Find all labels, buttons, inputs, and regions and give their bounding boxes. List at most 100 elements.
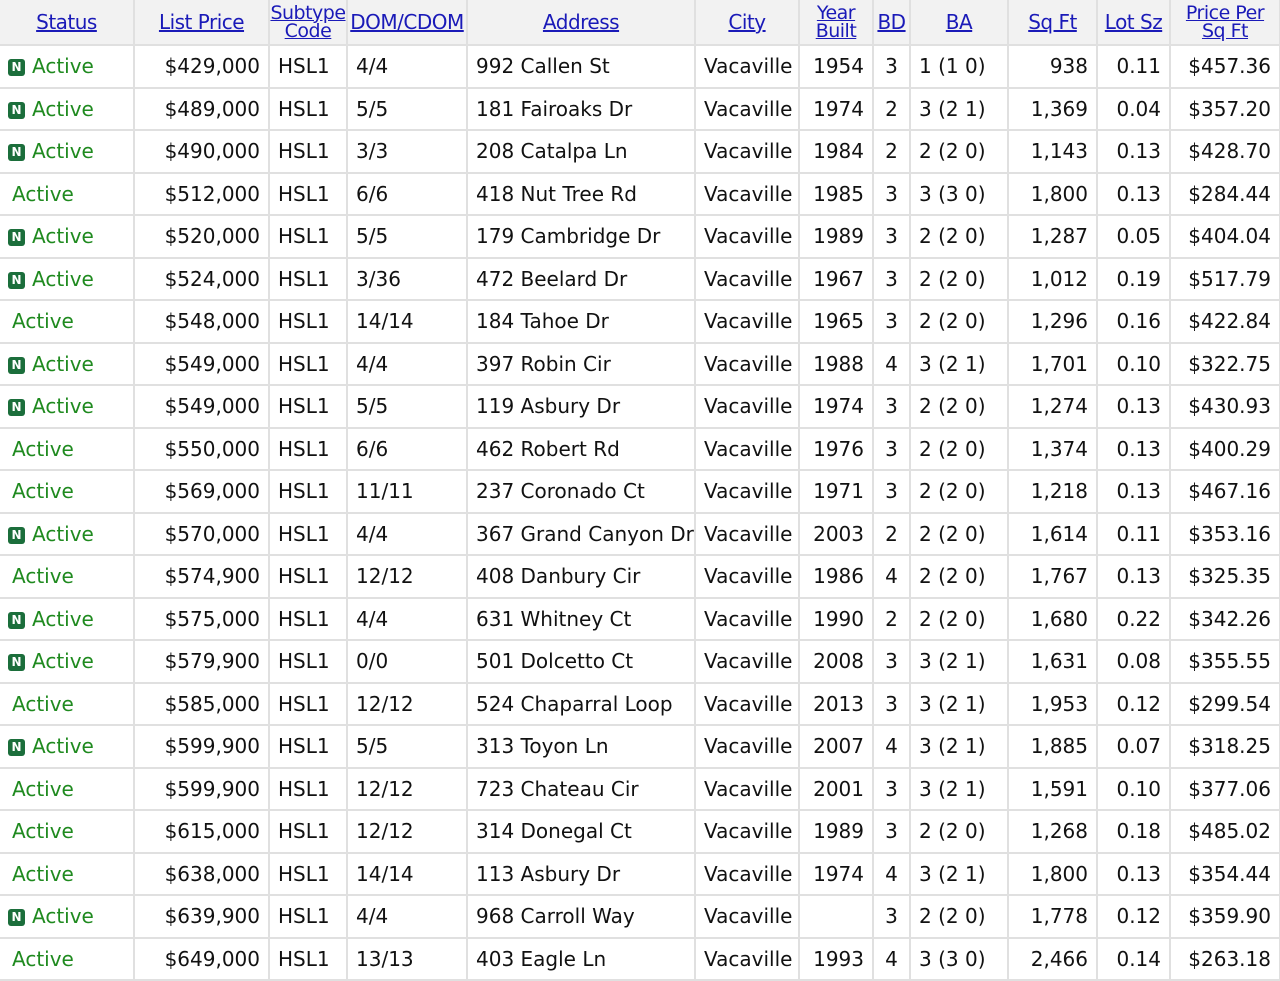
- col-subtype-header[interactable]: Subtype Code: [269, 0, 348, 46]
- list-price-cell: $649,000: [134, 937, 270, 981]
- listing-row[interactable]: N Active $639,900 HSL1 4/4 968 Carroll Way Vac…: [0, 895, 1280, 939]
- sort-city-link[interactable]: City: [728, 10, 766, 34]
- sort-price-per-sqft-link[interactable]: Price Per Sq Ft: [1186, 3, 1265, 40]
- status-label: Active: [32, 649, 94, 674]
- sort-bd-link[interactable]: BD: [877, 10, 906, 34]
- city-cell: Vacaville: [695, 937, 800, 981]
- dom-cell: 4/4: [347, 45, 468, 89]
- sort-address-link[interactable]: Address: [543, 10, 620, 34]
- sort-status-link[interactable]: Status: [36, 10, 97, 34]
- status-label: Active: [32, 606, 94, 631]
- status-cell: N Active: [0, 895, 135, 939]
- listing-row[interactable]: N Active $524,000 HSL1 3/36 472 Beelard Dr Vac…: [0, 257, 1280, 301]
- col-sqft-header[interactable]: Sq Ft: [1008, 0, 1098, 46]
- bd-cell: 3: [873, 172, 911, 216]
- status-label: Active: [12, 946, 74, 971]
- listing-row[interactable]: N Active $575,000 HSL1 4/4 631 Whitney Ct Vaca…: [0, 597, 1280, 641]
- new-listing-icon: N: [8, 229, 25, 247]
- listing-row[interactable]: Active $585,000 HSL1 12/12 524 Chaparral Loo…: [0, 682, 1280, 726]
- subtype-cell: HSL1: [269, 810, 348, 854]
- bd-cell: 3: [873, 640, 911, 684]
- col-status-header[interactable]: Status: [0, 0, 135, 46]
- city-cell: Vacaville: [695, 45, 800, 89]
- listing-row[interactable]: Active $638,000 HSL1 14/14 113 Asbury Dr Vaca…: [0, 852, 1280, 896]
- address-cell: 472 Beelard Dr: [467, 257, 696, 301]
- subtype-cell: HSL1: [269, 87, 348, 131]
- sort-lot-size-link[interactable]: Lot Sz: [1105, 10, 1163, 34]
- sqft-cell: 1,012: [1008, 257, 1098, 301]
- listing-row[interactable]: N Active $599,900 HSL1 5/5 313 Toyon Ln Vacavi…: [0, 725, 1280, 769]
- bd-cell: 4: [873, 937, 911, 981]
- bd-cell: 3: [873, 682, 911, 726]
- status-cell: N Active: [0, 215, 135, 259]
- listing-row[interactable]: N Active $570,000 HSL1 4/4 367 Grand Canyon D…: [0, 512, 1280, 556]
- ba-cell: 2 (2 0): [910, 427, 1009, 471]
- listing-row[interactable]: Active $649,000 HSL1 13/13 403 Eagle Ln Vacav…: [0, 937, 1280, 981]
- subtype-cell: HSL1: [269, 725, 348, 769]
- listing-row[interactable]: Active $599,900 HSL1 12/12 723 Chateau Cir Va…: [0, 767, 1280, 811]
- listing-row[interactable]: N Active $549,000 HSL1 5/5 119 Asbury Dr Vacav…: [0, 385, 1280, 429]
- sqft-cell: 1,268: [1008, 810, 1098, 854]
- listing-row[interactable]: Active $548,000 HSL1 14/14 184 Tahoe Dr Vacav…: [0, 300, 1280, 344]
- address-cell: 462 Robert Rd: [467, 427, 696, 471]
- ba-cell: 2 (2 0): [910, 215, 1009, 259]
- listing-row[interactable]: Active $615,000 HSL1 12/12 314 Donegal Ct Vac…: [0, 810, 1280, 854]
- sort-year-built-link[interactable]: Year Built: [816, 3, 857, 40]
- sqft-cell: 1,767: [1008, 555, 1098, 599]
- subtype-cell: HSL1: [269, 767, 348, 811]
- col-list-price-header[interactable]: List Price: [134, 0, 270, 46]
- list-price-cell: $615,000: [134, 810, 270, 854]
- listing-row[interactable]: N Active $489,000 HSL1 5/5 181 Fairoaks Dr Vac…: [0, 87, 1280, 131]
- new-listing-icon: N: [8, 101, 25, 119]
- lot-size-cell: 0.22: [1097, 597, 1171, 641]
- ba-cell: 3 (2 1): [910, 682, 1009, 726]
- listing-row[interactable]: Active $550,000 HSL1 6/6 462 Robert Rd Vacavi…: [0, 427, 1280, 471]
- status-label: Active: [32, 904, 94, 929]
- status-cell: N Active: [0, 257, 135, 301]
- listing-row[interactable]: Active $512,000 HSL1 6/6 418 Nut Tree Rd Vaca…: [0, 172, 1280, 216]
- sort-dom-link[interactable]: DOM/CDOM: [350, 10, 464, 34]
- listing-row[interactable]: N Active $429,000 HSL1 4/4 992 Callen St Vacav…: [0, 45, 1280, 89]
- listing-rows: N Active $429,000 HSL1 4/4 992 Callen St Vacav…: [0, 45, 1280, 981]
- col-ba-header[interactable]: BA: [910, 0, 1009, 46]
- ba-cell: 2 (2 0): [910, 300, 1009, 344]
- listing-row[interactable]: N Active $579,900 HSL1 0/0 501 Dolcetto Ct Vac…: [0, 640, 1280, 684]
- col-year-built-header[interactable]: Year Built: [799, 0, 874, 46]
- sort-subtype-link[interactable]: Subtype Code: [270, 3, 346, 40]
- col-address-header[interactable]: Address: [467, 0, 696, 46]
- subtype-cell: HSL1: [269, 852, 348, 896]
- listing-row[interactable]: N Active $549,000 HSL1 4/4 397 Robin Cir Vacav…: [0, 342, 1280, 386]
- col-lot-size-header[interactable]: Lot Sz: [1097, 0, 1171, 46]
- listing-row[interactable]: Active $574,900 HSL1 12/12 408 Danbury Cir Va…: [0, 555, 1280, 599]
- sort-sqft-link[interactable]: Sq Ft: [1028, 10, 1077, 34]
- col-city-header[interactable]: City: [695, 0, 800, 46]
- status-label: Active: [32, 394, 94, 419]
- lot-size-cell: 0.13: [1097, 172, 1171, 216]
- list-price-cell: $579,900: [134, 640, 270, 684]
- lot-size-cell: 0.19: [1097, 257, 1171, 301]
- ba-cell: 2 (2 0): [910, 257, 1009, 301]
- listing-row[interactable]: N Active $520,000 HSL1 5/5 179 Cambridge Dr Va…: [0, 215, 1280, 259]
- col-bd-header[interactable]: BD: [873, 0, 911, 46]
- listing-row[interactable]: Active $569,000 HSL1 11/11 237 Coronado Ct Va…: [0, 470, 1280, 514]
- sort-list-price-link[interactable]: List Price: [159, 10, 245, 34]
- dom-cell: 12/12: [347, 810, 468, 854]
- ba-cell: 3 (2 1): [910, 342, 1009, 386]
- lot-size-cell: 0.13: [1097, 385, 1171, 429]
- col-price-per-sqft-header[interactable]: Price Per Sq Ft: [1170, 0, 1280, 46]
- address-cell: 314 Donegal Ct: [467, 810, 696, 854]
- sqft-cell: 1,274: [1008, 385, 1098, 429]
- ba-cell: 2 (2 0): [910, 597, 1009, 641]
- city-cell: Vacaville: [695, 767, 800, 811]
- subtype-cell: HSL1: [269, 427, 348, 471]
- listing-row[interactable]: N Active $490,000 HSL1 3/3 208 Catalpa Ln Vaca…: [0, 130, 1280, 174]
- new-listing-icon: N: [8, 271, 25, 289]
- bd-cell: 3: [873, 45, 911, 89]
- status-cell: N Active: [0, 342, 135, 386]
- sqft-cell: 1,614: [1008, 512, 1098, 556]
- price-per-sqft-cell: $404.04: [1170, 215, 1280, 259]
- sqft-cell: 1,218: [1008, 470, 1098, 514]
- col-dom-header[interactable]: DOM/CDOM: [347, 0, 468, 46]
- sort-ba-link[interactable]: BA: [946, 10, 973, 34]
- address-cell: 723 Chateau Cir: [467, 767, 696, 811]
